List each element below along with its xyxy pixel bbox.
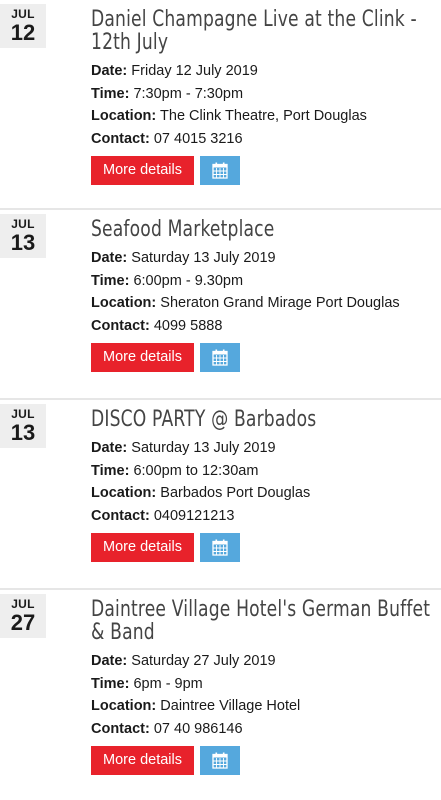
event-time: Time: 6:00pm - 9.30pm: [91, 270, 435, 293]
date-label: Date:: [91, 653, 128, 669]
event-date: Date: Saturday 27 July 2019: [91, 650, 435, 673]
contact-label: Contact:: [91, 317, 150, 334]
time-label: Time:: [91, 85, 130, 102]
event-time: Time: 6pm - 9pm: [91, 673, 435, 696]
add-to-calendar-button[interactable]: [199, 533, 240, 562]
date-badge: JUL 27: [0, 594, 46, 638]
date-label: Date:: [91, 63, 128, 79]
date-day: 27: [10, 610, 36, 635]
add-to-calendar-button[interactable]: [199, 746, 240, 775]
event-body: Daniel Champagne Live at the Clink - 12t…: [91, 8, 435, 185]
event-item: JUL 13 Seafood Marketplace Date: Saturda…: [0, 210, 441, 400]
date-value: Saturday 27 July 2019: [131, 653, 276, 669]
time-label: Time:: [91, 462, 130, 479]
date-value: Saturday 13 July 2019: [131, 250, 276, 266]
event-body: Seafood Marketplace Date: Saturday 13 Ju…: [91, 218, 435, 372]
location-label: Location:: [91, 295, 157, 311]
event-actions: More details: [91, 533, 435, 562]
event-date: Date: Saturday 13 July 2019: [91, 437, 435, 460]
location-label: Location:: [91, 108, 157, 124]
date-day: 13: [10, 420, 36, 445]
calendar-icon: [212, 539, 228, 556]
date-month: JUL: [11, 7, 35, 21]
event-date: Date: Friday 12 July 2019: [91, 60, 435, 83]
location-value: The Clink Theatre, Port Douglas: [160, 108, 367, 124]
more-details-button[interactable]: More details: [91, 156, 194, 185]
event-item: JUL 12 Daniel Champagne Live at the Clin…: [0, 0, 441, 210]
more-details-button[interactable]: More details: [91, 533, 194, 562]
more-details-button[interactable]: More details: [91, 746, 194, 775]
event-title[interactable]: Daintree Village Hotel's German Buffet &…: [91, 598, 434, 644]
add-to-calendar-button[interactable]: [199, 343, 240, 372]
contact-label: Contact:: [91, 130, 150, 147]
date-month: JUL: [11, 217, 35, 231]
calendar-icon: [212, 349, 228, 366]
event-list: JUL 12 Daniel Champagne Live at the Clin…: [0, 0, 441, 800]
date-badge: JUL 13: [0, 214, 46, 258]
date-month: JUL: [11, 597, 35, 611]
event-contact: Contact: 4099 5888: [91, 315, 435, 338]
contact-value: 07 40 986146: [153, 720, 243, 737]
date-value: Saturday 13 July 2019: [131, 440, 276, 456]
date-badge: JUL 13: [0, 404, 46, 448]
event-location: Location: Sheraton Grand Mirage Port Dou…: [91, 292, 435, 315]
event-contact: Contact: 0409121213: [91, 505, 435, 528]
date-value: Friday 12 July 2019: [131, 63, 258, 79]
event-contact: Contact: 07 40 986146: [91, 718, 435, 741]
date-month: JUL: [11, 407, 35, 421]
time-label: Time:: [91, 675, 130, 692]
date-day: 13: [10, 230, 36, 255]
contact-value: 4099 5888: [153, 317, 223, 334]
date-badge: JUL 12: [0, 4, 46, 48]
time-label: Time:: [91, 272, 130, 289]
event-time: Time: 7:30pm - 7:30pm: [91, 83, 435, 106]
contact-value: 0409121213: [153, 507, 235, 524]
time-value: 6pm - 9pm: [133, 675, 203, 692]
event-item: JUL 13 DISCO PARTY @ Barbados Date: Satu…: [0, 400, 441, 590]
event-title[interactable]: Seafood Marketplace: [91, 218, 434, 241]
location-label: Location:: [91, 485, 157, 501]
event-title[interactable]: DISCO PARTY @ Barbados: [91, 408, 434, 431]
event-actions: More details: [91, 343, 435, 372]
calendar-icon: [212, 162, 228, 179]
event-title[interactable]: Daniel Champagne Live at the Clink - 12t…: [91, 8, 434, 54]
time-value: 6:00pm to 12:30am: [133, 462, 259, 479]
event-actions: More details: [91, 156, 435, 185]
contact-value: 07 4015 3216: [153, 130, 243, 147]
contact-label: Contact:: [91, 507, 150, 524]
calendar-icon: [212, 752, 228, 769]
event-body: Daintree Village Hotel's German Buffet &…: [91, 598, 435, 775]
location-value: Daintree Village Hotel: [160, 698, 301, 714]
contact-label: Contact:: [91, 720, 150, 737]
date-label: Date:: [91, 440, 128, 456]
location-value: Sheraton Grand Mirage Port Douglas: [160, 295, 400, 311]
event-item: JUL 27 Daintree Village Hotel's German B…: [0, 590, 441, 800]
time-value: 7:30pm - 7:30pm: [133, 85, 244, 102]
event-actions: More details: [91, 746, 435, 775]
location-label: Location:: [91, 698, 157, 714]
event-body: DISCO PARTY @ Barbados Date: Saturday 13…: [91, 408, 435, 562]
event-location: Location: The Clink Theatre, Port Dougla…: [91, 105, 435, 128]
event-location: Location: Barbados Port Douglas: [91, 482, 435, 505]
event-date: Date: Saturday 13 July 2019: [91, 247, 435, 270]
location-value: Barbados Port Douglas: [160, 485, 311, 501]
date-label: Date:: [91, 250, 128, 266]
time-value: 6:00pm - 9.30pm: [133, 272, 244, 289]
event-time: Time: 6:00pm to 12:30am: [91, 460, 435, 483]
event-location: Location: Daintree Village Hotel: [91, 695, 435, 718]
add-to-calendar-button[interactable]: [199, 156, 240, 185]
date-day: 12: [10, 20, 36, 45]
more-details-button[interactable]: More details: [91, 343, 194, 372]
event-contact: Contact: 07 4015 3216: [91, 128, 435, 151]
